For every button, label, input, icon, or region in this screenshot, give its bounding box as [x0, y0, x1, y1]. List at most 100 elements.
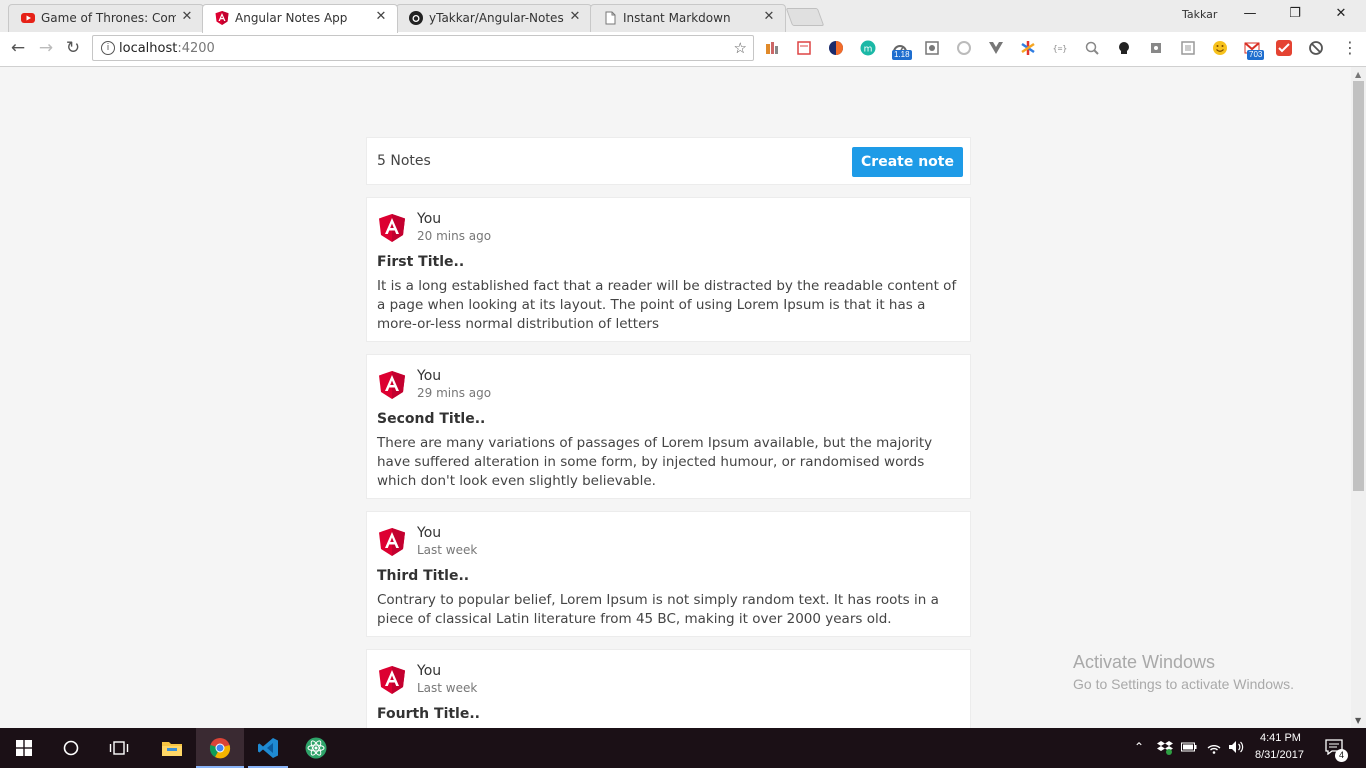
menu-icon[interactable]: ⋮: [1340, 38, 1360, 58]
shield-extension-icon[interactable]: [1148, 40, 1164, 56]
note-title: Fourth Title..: [377, 706, 480, 722]
tab-label: Instant Markdown: [623, 11, 731, 25]
back-icon[interactable]: ←: [8, 38, 28, 58]
chrome-icon: [209, 738, 231, 759]
browser-toolbar: ← → ↻ i localhost:4200 ☆ m 1.18 {=} 703 …: [0, 32, 1366, 67]
tab-close-icon[interactable]: ✕: [567, 9, 583, 25]
create-note-button[interactable]: Create note: [852, 147, 963, 177]
vscode-taskbar-item[interactable]: [244, 728, 292, 768]
angular-icon: [215, 11, 229, 25]
tab-label: yTakkar/Angular-Notes-A: [429, 11, 564, 25]
vscode-icon: [258, 738, 278, 758]
chrome-taskbar-item[interactable]: [196, 728, 244, 768]
zoom-extension-icon[interactable]: [1084, 40, 1100, 56]
tab-label: Game of Thrones: Compl: [41, 11, 176, 25]
note-title: Second Title..: [377, 411, 486, 427]
clock-date[interactable]: 8/31/2017: [1255, 749, 1304, 761]
info-icon[interactable]: i: [101, 41, 115, 55]
octocat-extension-icon[interactable]: [1116, 40, 1132, 56]
notes-count: 5 Notes: [377, 153, 431, 169]
angular-avatar-icon: [379, 371, 405, 399]
bookmarks-extension-icon[interactable]: [764, 40, 780, 56]
tab-angular-notes-app[interactable]: Angular Notes App ✕: [202, 4, 398, 33]
speed-badge: 1.18: [892, 50, 912, 60]
todo-extension-icon[interactable]: [1276, 40, 1292, 56]
m-extension-icon[interactable]: m: [860, 40, 876, 56]
scroll-up-icon[interactable]: ▲: [1355, 70, 1361, 79]
file-explorer-taskbar-item[interactable]: [148, 728, 196, 768]
restore-icon[interactable]: ❐: [1285, 6, 1305, 21]
tab-close-icon[interactable]: ✕: [179, 9, 195, 25]
svg-text:m: m: [864, 45, 873, 55]
angular-avatar-icon: [379, 214, 405, 242]
note-time: Last week: [417, 543, 478, 557]
tab-close-icon[interactable]: ✕: [373, 9, 389, 25]
note-card[interactable]: You Last week Fourth Title..: [366, 649, 971, 728]
json-extension-icon[interactable]: {=}: [1052, 40, 1068, 56]
page-content: 5 Notes Create note You 20 mins ago Firs…: [0, 67, 1351, 728]
new-tab-button[interactable]: [785, 8, 825, 26]
note-author: You: [417, 368, 442, 384]
profile-name[interactable]: Takkar: [1182, 8, 1217, 21]
frame-extension-icon[interactable]: [1180, 40, 1196, 56]
wifi-icon[interactable]: [1206, 739, 1222, 755]
volume-icon[interactable]: [1228, 739, 1246, 755]
page-scrollbar[interactable]: ▲ ▼: [1351, 67, 1366, 728]
note-body: Contrary to popular belief, Lorem Ipsum …: [377, 592, 939, 627]
scrollbar-thumb[interactable]: [1353, 81, 1364, 491]
vue-extension-icon[interactable]: [988, 40, 1004, 56]
note-author: You: [417, 211, 442, 227]
atom-taskbar-item[interactable]: [292, 728, 340, 768]
tab-instant-markdown[interactable]: Instant Markdown ✕: [590, 4, 786, 32]
note-card[interactable]: You 29 mins ago Second Title.. There are…: [366, 354, 971, 499]
note-card[interactable]: You Last week Third Title.. Contrary to …: [366, 511, 971, 637]
emoji-extension-icon[interactable]: [1212, 40, 1228, 56]
scroll-down-icon[interactable]: ▼: [1355, 716, 1361, 725]
minimize-icon[interactable]: —: [1240, 6, 1260, 21]
atom-icon: [305, 737, 327, 759]
tab-close-icon[interactable]: ✕: [761, 9, 777, 25]
note-author: You: [417, 663, 442, 679]
url-port: :4200: [177, 41, 215, 56]
svg-text:{=}: {=}: [1053, 44, 1067, 53]
note-author: You: [417, 525, 442, 541]
angular-avatar-icon: [379, 528, 405, 556]
forward-icon[interactable]: →: [36, 38, 56, 58]
notification-count-badge: 4: [1335, 749, 1348, 762]
address-bar[interactable]: i localhost:4200 ☆: [92, 35, 754, 61]
note-body: It is a long established fact that a rea…: [377, 278, 957, 332]
search-icon[interactable]: [63, 740, 79, 756]
note-time: 20 mins ago: [417, 229, 492, 243]
settings-extension-icon[interactable]: [924, 40, 940, 56]
notes-header: 5 Notes Create note: [366, 137, 971, 185]
task-view-icon[interactable]: [109, 740, 129, 756]
github-icon: [409, 11, 423, 25]
note-body: There are many variations of passages of…: [377, 435, 933, 489]
note-title: First Title..: [377, 254, 465, 270]
asterisk-extension-icon[interactable]: [1020, 40, 1036, 56]
block-extension-icon[interactable]: [1308, 40, 1324, 56]
note-time: 29 mins ago: [417, 386, 492, 400]
tray-chevron-icon[interactable]: ⌃: [1134, 740, 1144, 754]
reload-icon[interactable]: ↻: [63, 38, 83, 58]
tab-github-repo[interactable]: yTakkar/Angular-Notes-A ✕: [396, 4, 592, 32]
url-text: localhost:4200: [119, 41, 215, 56]
notes-extension-icon[interactable]: [796, 40, 812, 56]
battery-icon[interactable]: [1181, 741, 1197, 753]
youtube-icon: [21, 13, 35, 23]
bookmark-star-icon[interactable]: ☆: [734, 39, 747, 57]
tab-game-of-thrones[interactable]: Game of Thrones: Compl ✕: [8, 4, 204, 32]
folder-icon: [162, 742, 182, 756]
windows-start-icon[interactable]: [16, 740, 32, 756]
mail-badge: 703: [1247, 50, 1265, 60]
page-icon: [605, 11, 616, 25]
grammar-extension-icon[interactable]: [828, 40, 844, 56]
clock-time[interactable]: 4:41 PM: [1260, 732, 1301, 744]
note-card[interactable]: You 20 mins ago First Title.. It is a lo…: [366, 197, 971, 342]
url-host: localhost: [119, 41, 178, 56]
activate-windows-subtext: Go to Settings to activate Windows.: [1073, 676, 1294, 692]
ring-extension-icon[interactable]: [956, 40, 972, 56]
close-window-icon[interactable]: ✕: [1331, 6, 1351, 21]
activate-windows-heading: Activate Windows: [1073, 652, 1216, 672]
dropbox-icon[interactable]: [1157, 739, 1173, 755]
